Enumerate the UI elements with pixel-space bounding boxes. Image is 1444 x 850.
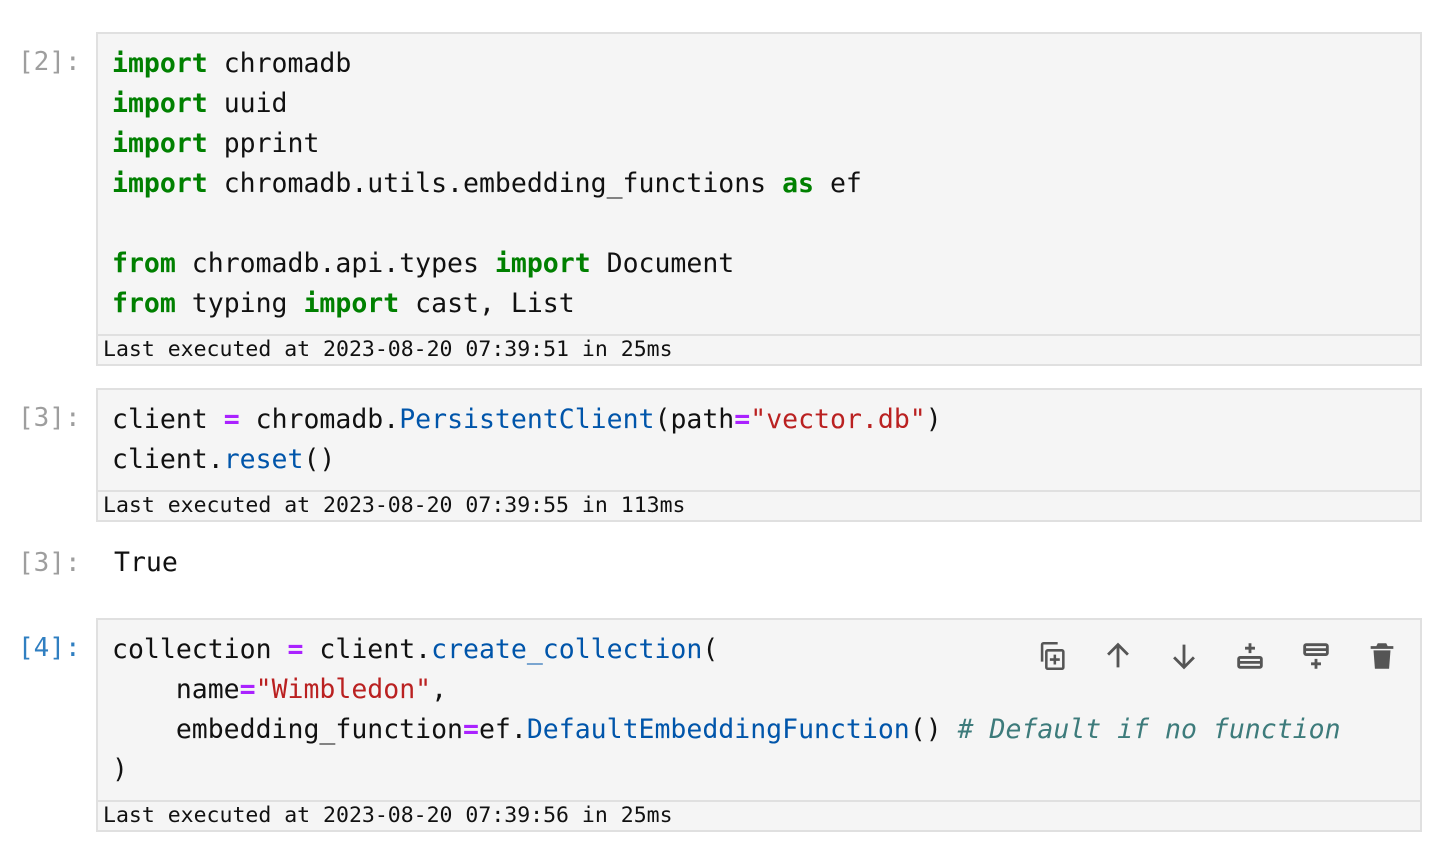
code-line: from chromadb.api.types import Document: [112, 244, 862, 284]
code-token: from: [112, 288, 176, 319]
insert-above-button[interactable]: [1296, 636, 1336, 676]
delete-cell-icon: [1370, 643, 1394, 669]
code-line: ): [112, 750, 1341, 790]
code-editor[interactable]: import chromadb import uuid import pprint i…: [96, 32, 1422, 366]
code-token: =: [734, 404, 751, 435]
code-token: "vector.db": [750, 404, 926, 435]
cell-toolbar: [1032, 636, 1402, 676]
code-token: chromadb.utils.embedding_functions: [207, 168, 783, 199]
move-up-button[interactable]: [1098, 636, 1138, 676]
code-token: (): [303, 444, 336, 475]
code-token: uuid: [207, 88, 288, 119]
code-token: ): [112, 754, 128, 785]
code-token: ef: [814, 168, 862, 199]
output-prompt: [3]:: [18, 548, 81, 578]
code-token: name: [112, 674, 240, 705]
code-token: client.: [112, 444, 224, 475]
move-down-icon: [1173, 644, 1195, 670]
code-block[interactable]: import chromadb import uuid import pprint i…: [112, 44, 862, 324]
code-token: cast, List: [399, 288, 575, 319]
code-token: ef.: [478, 714, 527, 745]
code-line: client = chromadb.PersistentClient(path=…: [112, 400, 942, 440]
code-token: import: [112, 48, 208, 79]
code-line: embedding_function=ef.DefaultEmbeddingFu…: [112, 710, 1341, 750]
code-token: # Default if no function: [957, 714, 1341, 745]
code-line: from typing import cast, List: [112, 284, 862, 324]
code-token: =: [223, 404, 240, 435]
code-token: =: [463, 714, 479, 745]
code-token: chromadb: [207, 48, 352, 79]
code-line: client.reset(): [112, 440, 942, 480]
code-token: create_collection: [431, 634, 703, 665]
code-token: client.: [303, 634, 432, 665]
code-token: embedding_function: [112, 714, 463, 745]
cell-output: True: [114, 547, 178, 578]
code-editor[interactable]: client = chromadb.PersistentClient(path=…: [96, 388, 1422, 522]
code-token: (): [909, 714, 958, 745]
execution-info: Last executed at 2023-08-20 07:39:51 in …: [98, 334, 1420, 364]
code-token: typing: [175, 288, 304, 319]
code-token: PersistentClient: [399, 404, 655, 435]
code-token: chromadb.: [239, 404, 400, 435]
code-editor[interactable]: collection = client.create_collection( n…: [96, 618, 1422, 832]
code-token: "Wimbledon": [255, 674, 432, 705]
code-token: chromadb.api.types: [175, 248, 495, 279]
code-token: ): [925, 404, 942, 435]
code-line: import chromadb: [112, 44, 862, 84]
code-line: name="Wimbledon",: [112, 670, 1341, 710]
cell-prompt: [3]:: [18, 403, 81, 433]
code-token: =: [239, 674, 256, 705]
execution-info: Last executed at 2023-08-20 07:39:55 in …: [98, 490, 1420, 520]
execution-info: Last executed at 2023-08-20 07:39:56 in …: [98, 800, 1420, 830]
code-line: import chromadb.utils.embedding_function…: [112, 164, 862, 204]
code-token: (: [702, 634, 719, 665]
code-token: from: [112, 248, 176, 279]
code-line: import pprint: [112, 124, 862, 164]
code-token: import: [112, 128, 208, 159]
code-token: as: [782, 168, 815, 199]
code-token: DefaultEmbeddingFunction: [526, 714, 910, 745]
cell-prompt: [4]:: [18, 633, 81, 663]
insert-below-icon: [1237, 643, 1263, 669]
move-down-button[interactable]: [1164, 636, 1204, 676]
cell-prompt: [2]:: [18, 47, 81, 77]
code-token: import: [112, 168, 208, 199]
delete-cell-button[interactable]: [1362, 636, 1402, 676]
insert-above-icon: [1303, 643, 1329, 669]
code-token: import: [112, 88, 208, 119]
code-token: pprint: [207, 128, 320, 159]
code-token: collection: [112, 634, 288, 665]
code-token: import: [494, 248, 591, 279]
code-line: import uuid: [112, 84, 862, 124]
duplicate-cell-button[interactable]: [1032, 636, 1072, 676]
insert-below-button[interactable]: [1230, 636, 1270, 676]
duplicate-cell-icon: [1040, 641, 1065, 671]
code-token: =: [287, 634, 304, 665]
code-token: (path: [654, 404, 735, 435]
move-up-icon: [1107, 642, 1129, 668]
code-token: client: [112, 404, 224, 435]
code-token: ,: [431, 674, 448, 705]
code-token: import: [303, 288, 400, 319]
code-block[interactable]: client = chromadb.PersistentClient(path=…: [112, 400, 942, 480]
code-token: Document: [590, 248, 735, 279]
code-token: reset: [223, 444, 304, 475]
